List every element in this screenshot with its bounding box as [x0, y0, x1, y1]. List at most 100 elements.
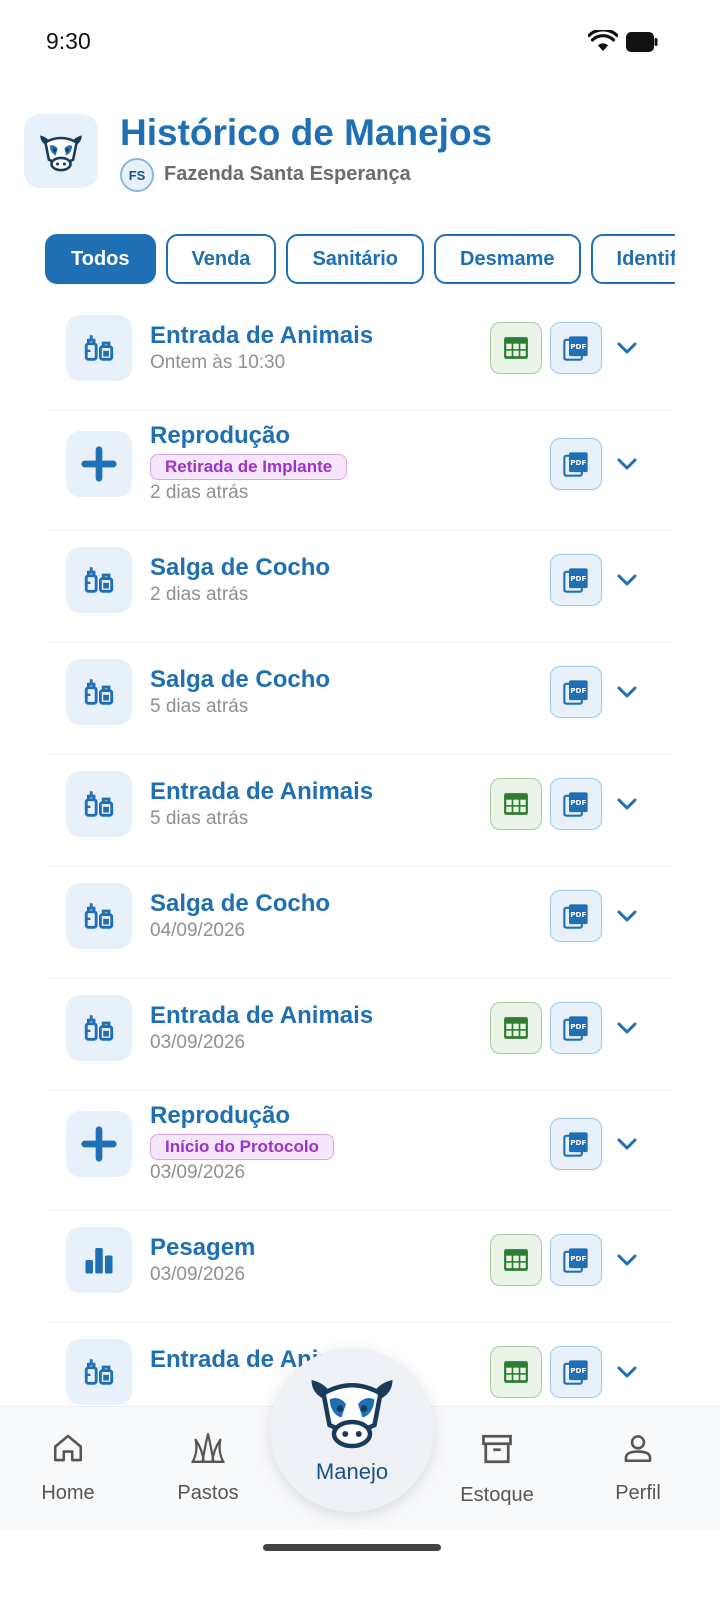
- filter-chip[interactable]: Desmame: [434, 234, 581, 284]
- spreadsheet-icon[interactable]: [490, 1346, 542, 1398]
- record-date: Ontem às 10:30: [150, 352, 286, 373]
- vaccine-icon: [66, 1339, 132, 1405]
- archive-icon: [479, 1431, 515, 1472]
- record-title: Entrada de Animais: [150, 778, 374, 805]
- nav-home[interactable]: Home: [13, 1431, 123, 1505]
- nav-manejo[interactable]: Manejo: [270, 1348, 434, 1512]
- record-date: 2 dias atrás: [150, 482, 249, 503]
- pdf-icon[interactable]: PDF: [550, 1118, 602, 1170]
- vaccine-icon: [66, 995, 132, 1061]
- record-title: Reprodução: [150, 422, 291, 449]
- vaccine-icon: [66, 315, 132, 381]
- pdf-icon[interactable]: PDF: [550, 890, 602, 942]
- svg-text:PDF: PDF: [570, 458, 586, 467]
- svg-text:PDF: PDF: [570, 798, 586, 807]
- wifi-icon: [587, 28, 619, 57]
- record-row[interactable]: Reprodução Retirada de Implante 2 dias atr…: [46, 410, 674, 530]
- pdf-icon[interactable]: PDF: [550, 1346, 602, 1398]
- nav-pastos[interactable]: Pastos: [153, 1431, 263, 1505]
- record-title: Salga de Cocho: [150, 890, 331, 917]
- chevron-down-icon[interactable]: [616, 453, 638, 475]
- chevron-down-icon[interactable]: [616, 681, 638, 703]
- filter-chip[interactable]: Todos: [45, 234, 156, 284]
- record-row[interactable]: Entrada de Animais 03/09/2026 PDF: [46, 978, 674, 1090]
- spreadsheet-icon[interactable]: [490, 778, 542, 830]
- page-title: Histórico de Manejos: [120, 112, 493, 153]
- pdf-icon[interactable]: PDF: [550, 554, 602, 606]
- record-date: 5 dias atrás: [150, 808, 249, 829]
- svg-text:PDF: PDF: [570, 342, 586, 351]
- filter-chip[interactable]: Venda: [165, 234, 277, 284]
- grass-icon: [190, 1431, 226, 1470]
- pdf-icon[interactable]: PDF: [550, 1234, 602, 1286]
- pdf-icon[interactable]: PDF: [550, 438, 602, 490]
- plus-icon: [66, 431, 132, 497]
- record-title: Pesagem: [150, 1234, 256, 1261]
- record-row[interactable]: Entrada de Animais Ontem às 10:30 PDF: [46, 298, 674, 410]
- chevron-down-icon[interactable]: [616, 905, 638, 927]
- nav-home-label: Home: [41, 1482, 95, 1504]
- svg-text:PDF: PDF: [570, 1366, 586, 1375]
- chevron-down-icon[interactable]: [616, 1249, 638, 1271]
- cow-head-icon: [307, 1368, 397, 1457]
- record-date: 2 dias atrás: [150, 584, 249, 605]
- vaccine-icon: [66, 547, 132, 613]
- nav-pastos-label: Pastos: [177, 1482, 239, 1504]
- page-header: Histórico de Manejos FS Fazenda Santa Es…: [24, 112, 696, 196]
- pdf-icon[interactable]: PDF: [550, 322, 602, 374]
- record-row[interactable]: Salga de Cocho 04/09/2026 PDF: [46, 866, 674, 978]
- spreadsheet-icon[interactable]: [490, 1002, 542, 1054]
- home-icon: [51, 1431, 85, 1470]
- nav-estoque[interactable]: Estoque: [442, 1431, 552, 1507]
- chevron-down-icon[interactable]: [616, 1361, 638, 1383]
- svg-text:PDF: PDF: [570, 910, 586, 919]
- nav-manejo-label: Manejo: [315, 1459, 389, 1484]
- nav-estoque-label: Estoque: [460, 1484, 534, 1506]
- bar-chart-icon: [66, 1227, 132, 1293]
- chevron-down-icon[interactable]: [616, 569, 638, 591]
- chevron-down-icon[interactable]: [616, 1017, 638, 1039]
- vaccine-icon: [66, 771, 132, 837]
- pdf-icon[interactable]: PDF: [550, 778, 602, 830]
- farm-name[interactable]: Fazenda Santa Esperança: [164, 163, 411, 186]
- record-row[interactable]: Reprodução Início do Protocolo 03/09/2026 P…: [46, 1090, 674, 1210]
- record-tag: Retirada de Implante: [150, 454, 348, 480]
- filter-chip[interactable]: Identificação: [590, 234, 675, 284]
- home-indicator: [263, 1544, 441, 1551]
- record-list[interactable]: Entrada de Animais Ontem às 10:30 PDF Repro…: [46, 298, 674, 1434]
- record-date: 5 dias atrás: [150, 696, 249, 717]
- pdf-icon[interactable]: PDF: [550, 666, 602, 718]
- pdf-icon[interactable]: PDF: [550, 1002, 602, 1054]
- record-title: Entrada de Animais: [150, 322, 374, 349]
- spreadsheet-icon[interactable]: [490, 1234, 542, 1286]
- status-time: 9:30: [46, 28, 91, 54]
- chevron-down-icon[interactable]: [616, 793, 638, 815]
- filter-bar[interactable]: TodosVendaSanitárioDesmameIdentificação: [45, 234, 675, 286]
- svg-text:PDF: PDF: [570, 1254, 586, 1263]
- record-tag: Início do Protocolo: [150, 1134, 334, 1160]
- record-row[interactable]: Pesagem 03/09/2026 PDF: [46, 1210, 674, 1322]
- nav-perfil-label: Perfil: [615, 1482, 661, 1504]
- record-row[interactable]: Entrada de Animais 5 dias atrás PDF: [46, 754, 674, 866]
- farm-avatar[interactable]: FS: [120, 158, 154, 192]
- record-row[interactable]: Salga de Cocho 5 dias atrás PDF: [46, 642, 674, 754]
- filter-chip[interactable]: Sanitário: [286, 234, 425, 284]
- record-title: Salga de Cocho: [150, 554, 331, 581]
- user-icon: [621, 1431, 655, 1470]
- chevron-down-icon[interactable]: [616, 337, 638, 359]
- svg-text:PDF: PDF: [570, 686, 586, 695]
- record-title: Salga de Cocho: [150, 666, 331, 693]
- nav-perfil[interactable]: Perfil: [583, 1431, 693, 1505]
- record-title: Entrada de Animais: [150, 1002, 374, 1029]
- record-title: Reprodução: [150, 1102, 291, 1129]
- spreadsheet-icon[interactable]: [490, 322, 542, 374]
- chevron-down-icon[interactable]: [616, 1133, 638, 1155]
- record-date: 04/09/2026: [150, 920, 246, 941]
- record-date: 03/09/2026: [150, 1264, 246, 1285]
- battery-icon: [626, 32, 658, 57]
- cow-logo-icon: [24, 114, 98, 188]
- status-bar: 9:30: [0, 0, 720, 86]
- svg-text:PDF: PDF: [570, 574, 586, 583]
- record-row[interactable]: Salga de Cocho 2 dias atrás PDF: [46, 530, 674, 642]
- plus-icon: [66, 1111, 132, 1177]
